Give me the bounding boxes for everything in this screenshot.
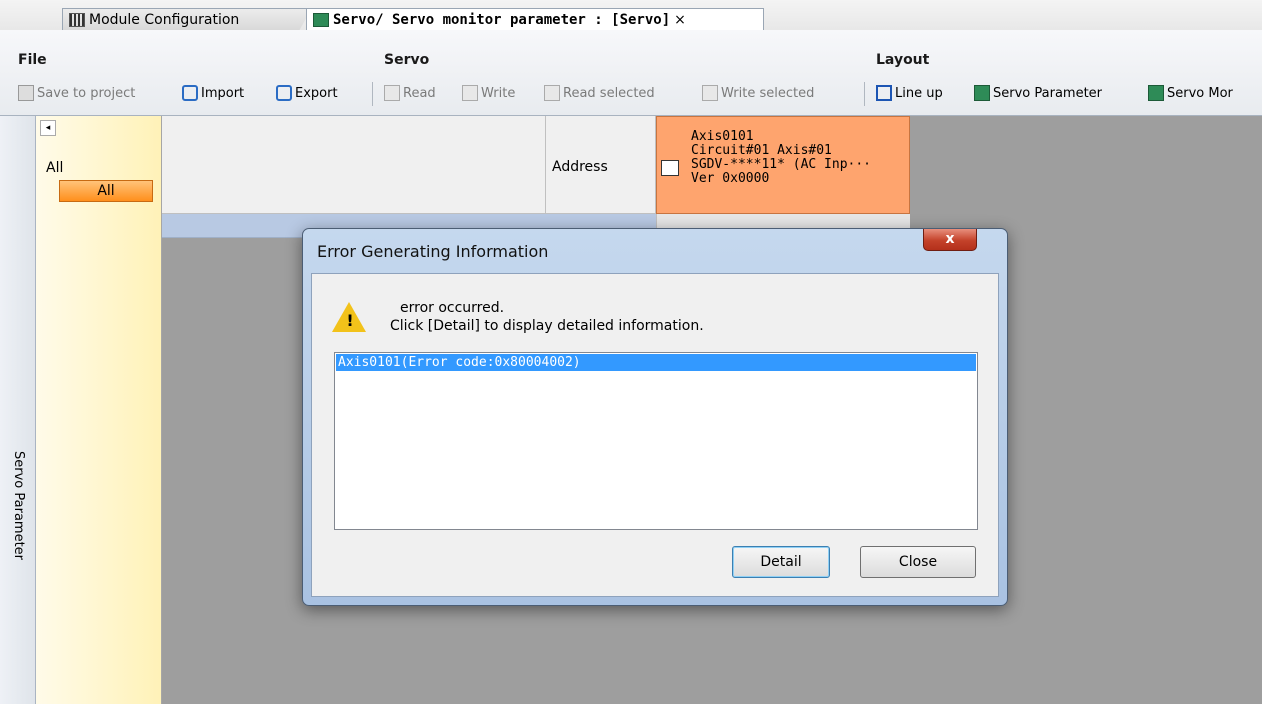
group-title-layout: Layout <box>876 52 930 68</box>
save-to-project-button[interactable]: Save to project <box>18 83 135 103</box>
tab-module-configuration[interactable]: Module Configuration <box>62 8 312 30</box>
grid-header-address: Address <box>546 116 656 214</box>
servo-monitor-label: Servo Mor <box>1167 85 1233 101</box>
write-selected-icon <box>702 85 718 101</box>
close-button[interactable]: Close <box>860 546 976 578</box>
import-label: Import <box>201 85 245 101</box>
servo-parameter-icon <box>313 12 329 27</box>
save-label: Save to project <box>37 85 136 101</box>
error-message-line2: Click [Detail] to display detailed infor… <box>390 318 704 334</box>
detail-button[interactable]: Detail <box>732 546 830 578</box>
write-selected-button[interactable]: Write selected <box>702 83 814 103</box>
warning-icon-mark: ! <box>346 311 354 330</box>
module-grid-icon <box>69 12 85 27</box>
servo-monitor-layout-button[interactable]: Servo Mor <box>1148 83 1233 103</box>
write-label: Write <box>481 85 516 101</box>
grid-header-blank <box>162 116 546 214</box>
servo-parameter-icon <box>974 85 990 101</box>
error-list[interactable]: Axis0101(Error code:0x80004002) <box>334 352 978 530</box>
axis-column-header[interactable]: Axis0101 Circuit#01 Axis#01 SGDV-****11*… <box>656 116 910 214</box>
read-label: Read <box>403 85 436 101</box>
import-icon <box>182 85 198 101</box>
group-title-servo: Servo <box>384 52 430 68</box>
servo-parameter-layout-button[interactable]: Servo Parameter <box>974 83 1102 103</box>
read-selected-button[interactable]: Read selected <box>544 83 655 103</box>
write-button[interactable]: Write <box>462 83 515 103</box>
line-up-label: Line up <box>895 85 943 101</box>
write-icon <box>462 85 478 101</box>
dialog-close-button[interactable]: x <box>923 229 977 251</box>
axis-model: SGDV-****11* (AC Inp··· <box>691 157 872 172</box>
line-up-button[interactable]: Line up <box>876 83 943 103</box>
read-icon <box>384 85 400 101</box>
tab-close-icon[interactable]: × <box>674 12 686 28</box>
read-selected-icon <box>544 85 560 101</box>
group-title-file: File <box>18 52 47 68</box>
write-selected-label: Write selected <box>721 85 815 101</box>
read-button[interactable]: Read <box>384 83 436 103</box>
read-selected-label: Read selected <box>563 85 655 101</box>
filter-label: All <box>46 160 64 176</box>
filter-all-button[interactable]: All <box>59 180 153 202</box>
tab-servo-parameter[interactable]: Servo/ Servo monitor parameter : [Servo]… <box>306 8 764 30</box>
filter-pane: ◂ All All <box>36 116 162 704</box>
servo-monitor-icon <box>1148 85 1164 101</box>
export-icon <box>276 85 292 101</box>
tab-label: Module Configuration <box>89 11 240 28</box>
export-label: Export <box>295 85 338 101</box>
line-up-icon <box>876 85 892 101</box>
axis-name: Axis0101 <box>691 129 754 144</box>
ribbon-toolbar: File Save to project Import Export Servo… <box>0 30 1262 116</box>
dialog-title: Error Generating Information <box>317 242 549 261</box>
servo-parameter-label: Servo Parameter <box>993 85 1103 101</box>
address-header-label: Address <box>552 159 608 175</box>
save-icon <box>18 85 34 101</box>
side-tab-label: Servo Parameter <box>11 451 26 561</box>
import-button[interactable]: Import <box>182 83 244 103</box>
error-message-line1: error occurred. <box>400 300 505 316</box>
axis-version: Ver 0x0000 <box>691 171 770 186</box>
servo-amplifier-icon <box>661 160 679 176</box>
servo-parameter-side-tab[interactable]: Servo Parameter <box>0 116 36 704</box>
dialog-body: ! error occurred. Click [Detail] to disp… <box>311 273 999 597</box>
collapse-left-icon[interactable]: ◂ <box>40 120 56 136</box>
ribbon-separator <box>864 82 865 106</box>
ribbon-separator <box>372 82 373 106</box>
tab-label: Servo/ Servo monitor parameter : [Servo] <box>333 11 671 28</box>
error-dialog: Error Generating Information x ! error o… <box>302 228 1008 606</box>
export-button[interactable]: Export <box>276 83 338 103</box>
axis-circuit: Circuit#01 Axis#01 <box>691 143 832 158</box>
error-list-item[interactable]: Axis0101(Error code:0x80004002) <box>336 354 976 371</box>
